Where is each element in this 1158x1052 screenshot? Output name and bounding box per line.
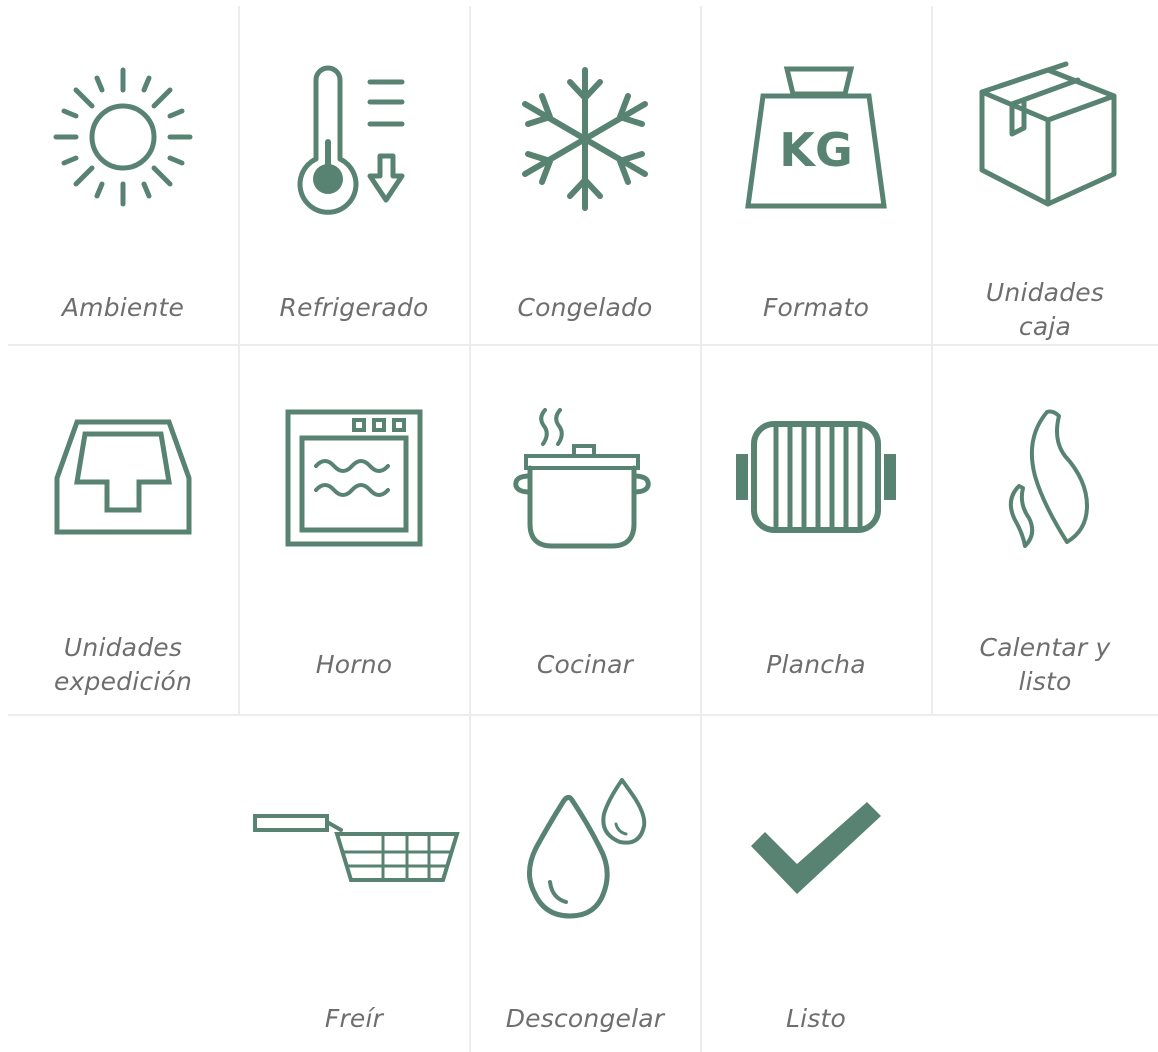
legend-item-plancha: Plancha	[701, 346, 931, 714]
griddle-icon	[736, 421, 896, 533]
legend-label: Formato	[762, 293, 870, 322]
legend-label: Unidades expedición	[53, 633, 193, 696]
box-icon	[979, 61, 1117, 207]
legend-label: Cocinar	[536, 650, 634, 679]
legend-item-ambiente: Ambiente	[8, 0, 238, 344]
fryer-basket-icon	[253, 814, 460, 882]
legend-item-refrigerado: Refrigerado	[239, 0, 469, 344]
legend-item-listo: Listo	[701, 716, 931, 1052]
legend-item-horno: Horno	[239, 346, 469, 714]
legend-label: Plancha	[766, 650, 866, 679]
legend-label: Unidades caja	[985, 278, 1105, 341]
legend-label: Horno	[315, 650, 393, 679]
legend-label: Congelado	[517, 293, 653, 322]
legend-label: Refrigerado	[279, 293, 429, 322]
legend-item-calentar-y-listo: Calentar y listo	[932, 346, 1158, 714]
kg-weight-icon: KG	[745, 66, 887, 209]
cooking-pot-icon	[513, 408, 651, 549]
legend-label: Ambiente	[61, 293, 185, 322]
kg-text: KG	[779, 123, 852, 177]
water-drops-icon	[527, 778, 647, 919]
legend-item-formato: KG Formato	[701, 0, 931, 344]
legend-item-unidades-expedicion: Unidades expedición	[8, 346, 238, 714]
legend-item-cocinar: Cocinar	[470, 346, 700, 714]
icon-legend-grid: Ambiente Refrigerado Congelado KG Format…	[0, 0, 1158, 1052]
legend-label: Listo	[786, 1004, 846, 1033]
oven-icon	[285, 409, 423, 547]
sun-icon	[53, 67, 193, 207]
legend-item-congelado: Congelado	[470, 0, 700, 344]
legend-label: Descongelar	[505, 1004, 665, 1033]
legend-item-descongelar: Descongelar	[470, 716, 700, 1052]
checkmark-icon	[751, 802, 881, 894]
snowflake-icon	[522, 67, 648, 211]
legend-item-freir: Freír	[239, 716, 469, 1052]
legend-label: Freír	[324, 1004, 384, 1033]
legend-label: Calentar y listo	[979, 633, 1111, 696]
flame-icon	[1008, 409, 1089, 548]
thermometer-down-icon	[297, 65, 405, 215]
legend-item-unidades-caja: Unidades caja	[932, 0, 1158, 344]
tray-icon	[54, 419, 192, 535]
